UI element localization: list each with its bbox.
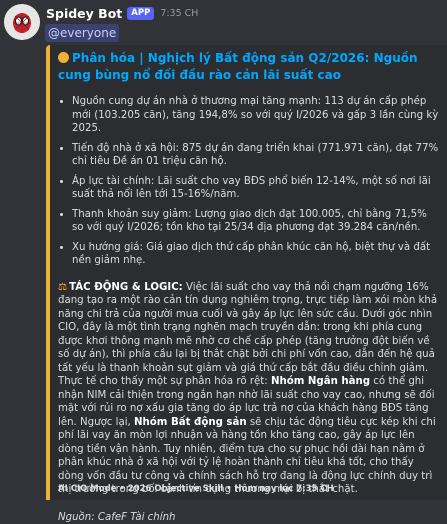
list-item: Xu hướng giá: Giá giao dịch thứ cấp phân… bbox=[72, 241, 440, 268]
analysis-heading: TÁC ĐỘNG & LOGIC: bbox=[69, 282, 183, 293]
list-item: Áp lực tài chính: Lãi suất cho vay BĐS p… bbox=[72, 175, 440, 202]
real-estate-group-label: Nhóm Bất động sản bbox=[134, 417, 247, 428]
bullet-list: Nguồn cung dự án nhà ở thương mại tăng m… bbox=[58, 95, 440, 268]
balance-scale-icon: ⚖ bbox=[58, 281, 67, 295]
username[interactable]: Spidey Bot bbox=[46, 6, 122, 21]
list-item: Tiến độ nhà ở xã hội: 875 dự án đang tri… bbox=[72, 142, 440, 169]
list-item: Nguồn cung dự án nhà ở thương mại tăng m… bbox=[72, 95, 440, 136]
everyone-mention[interactable]: @everyone bbox=[45, 24, 119, 42]
message-timestamp[interactable]: 7:35 CH bbox=[160, 8, 198, 19]
embed-card: Phân hóa | Nghịch lý Bất động sản Q2/202… bbox=[46, 45, 447, 500]
source-line: Nguồn: CafeF Tài chính bbox=[58, 511, 440, 524]
embed-title[interactable]: Phân hóa | Nghịch lý Bất động sản Q2/202… bbox=[58, 50, 440, 84]
message-header: Spidey Bot APP 7:35 CH bbox=[46, 6, 198, 21]
embed-title-text[interactable]: Phân hóa | Nghịch lý Bất động sản Q2/202… bbox=[58, 51, 418, 82]
bot-message: Spidey Bot APP 7:35 CH @everyone Phân hó… bbox=[0, 0, 447, 500]
yellow-circle-icon bbox=[58, 52, 69, 63]
list-item: Thanh khoản suy giảm: Lượng giao dịch đạ… bbox=[72, 208, 440, 235]
app-badge: APP bbox=[127, 7, 154, 20]
spider-avatar-icon bbox=[4, 4, 40, 40]
embed-body: Nguồn cung dự án nhà ở thương mại tăng m… bbox=[58, 95, 440, 524]
analysis-paragraph: ⚖TÁC ĐỘNG & LOGIC: Việc lãi suất cho vay… bbox=[58, 281, 440, 497]
bot-avatar[interactable] bbox=[4, 4, 40, 40]
analysis-text: Việc lãi suất cho vay thả nổi chạm ngưỡn… bbox=[58, 282, 437, 388]
embed-footer: AI CIO Mode • 2026 Objective Skill • Hôm… bbox=[58, 484, 334, 494]
bank-group-label: Nhóm Ngân hàng bbox=[271, 376, 370, 387]
